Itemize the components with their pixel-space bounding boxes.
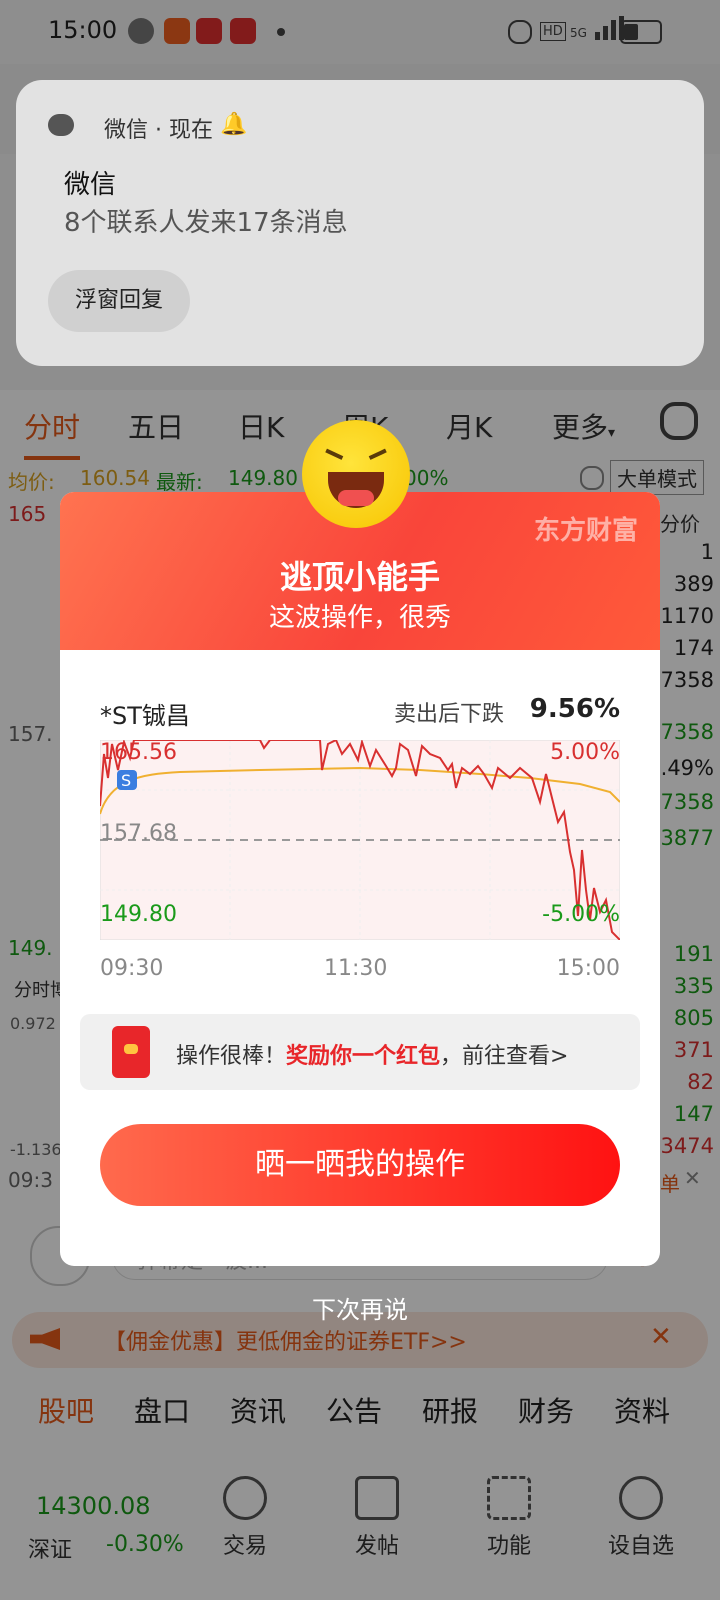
bell-icon: 🔔 bbox=[220, 112, 248, 137]
laughing-emoji-icon bbox=[302, 420, 410, 528]
float-reply-button[interactable]: 浮窗回复 bbox=[48, 270, 190, 332]
chart-high-pct: 5.00% bbox=[550, 740, 620, 765]
modal-title: 逃顶小能手 bbox=[279, 558, 440, 596]
wechat-icon bbox=[48, 114, 74, 136]
reward-modal: 东方财富 逃顶小能手 这波操作，很秀 *ST铖昌 卖出后下跌 9.56% S 1… bbox=[60, 492, 660, 1266]
sold-drop-label: 卖出后下跌 bbox=[393, 702, 504, 727]
red-packet-text: 操作很棒！奖励你一个红包，前往查看> bbox=[176, 1038, 568, 1070]
svg-text:S: S bbox=[121, 771, 131, 790]
chart-mid-price: 157.68 bbox=[100, 821, 177, 846]
modal-subtitle: 这波操作，很秀 bbox=[268, 603, 451, 633]
share-operation-button[interactable]: 晒一晒我的操作 bbox=[100, 1124, 620, 1206]
time-label-mid: 11:30 bbox=[324, 956, 388, 981]
red-packet-text-1: 操作很棒！ bbox=[176, 1044, 287, 1069]
red-packet-text-3: ，前往查看> bbox=[440, 1044, 569, 1069]
chart-low-pct: -5.00% bbox=[542, 902, 620, 927]
notification-title: 微信 bbox=[64, 170, 117, 200]
notification-app-label: 微信 · 现在 bbox=[104, 118, 213, 143]
sold-drop-value: 9.56% bbox=[529, 694, 620, 724]
red-packet-text-2: 奖励你一个红包 bbox=[286, 1044, 441, 1069]
chart-low-price: 149.80 bbox=[100, 902, 177, 927]
dismiss-button[interactable]: 下次再说 bbox=[0, 1290, 720, 1325]
wechat-notification[interactable]: 微信 · 现在 🔔 微信 8个联系人发来17条消息 浮窗回复 bbox=[16, 80, 704, 366]
chart-high-price: 165.56 bbox=[100, 740, 177, 765]
stock-name: *ST铖昌 bbox=[100, 702, 190, 730]
brand-logo: 东方财富 bbox=[533, 516, 638, 546]
red-packet-banner[interactable]: 操作很棒！奖励你一个红包，前往查看> bbox=[80, 1014, 640, 1090]
red-packet-icon bbox=[112, 1026, 150, 1078]
time-label-start: 09:30 bbox=[100, 956, 164, 981]
time-label-end: 15:00 bbox=[556, 956, 620, 981]
notification-body: 8个联系人发来17条消息 bbox=[64, 208, 348, 238]
